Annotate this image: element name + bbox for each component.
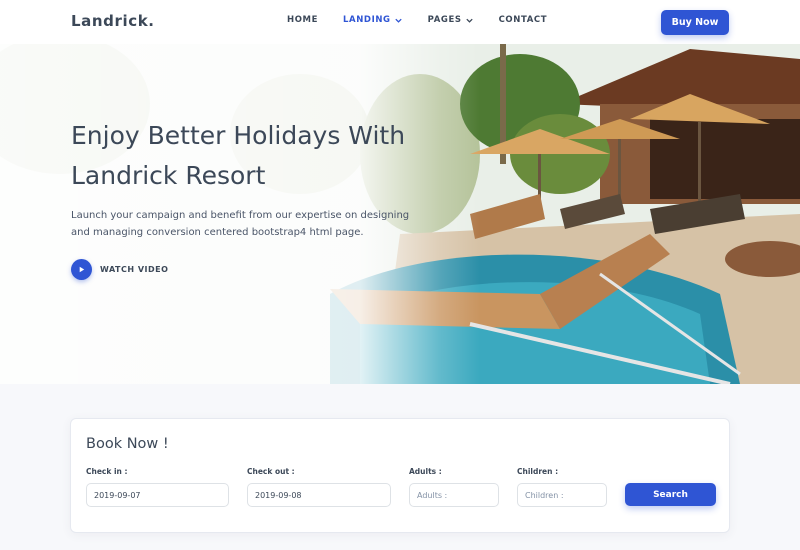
main-nav: HOME LANDING PAGES CONTACT (287, 15, 572, 25)
buy-now-button[interactable]: Buy Now (661, 10, 729, 35)
watch-video-link[interactable]: WATCH VIDEO (71, 259, 168, 280)
chevron-down-icon (465, 18, 473, 23)
play-button[interactable] (71, 259, 92, 280)
navbar: Landrick. HOME LANDING PAGES CONTACT Buy… (0, 0, 800, 44)
children-label: Children : (517, 467, 559, 476)
watch-video-label: WATCH VIDEO (100, 265, 169, 274)
nav-item-pages[interactable]: PAGES (428, 15, 474, 25)
adults-label: Adults : (409, 467, 442, 476)
logo[interactable]: Landrick. (71, 12, 155, 30)
nav-item-home[interactable]: HOME (287, 15, 318, 25)
nav-item-contact[interactable]: CONTACT (499, 15, 548, 25)
hero-title: Enjoy Better Holidays With Landrick Reso… (71, 116, 471, 196)
checkout-input[interactable] (247, 483, 391, 507)
booking-form: Book Now ! Check in : Check out : Adults… (70, 418, 730, 533)
booking-title: Book Now ! (86, 436, 169, 452)
hero-title-line1: Enjoy Better Holidays With (71, 121, 406, 150)
children-input[interactable] (517, 483, 607, 507)
hero-section: Enjoy Better Holidays With Landrick Reso… (0, 44, 800, 384)
nav-item-landing[interactable]: LANDING (343, 15, 403, 25)
play-icon (79, 266, 85, 273)
nav-item-label: PAGES (427, 15, 462, 25)
chevron-down-icon (394, 18, 402, 23)
checkin-input[interactable] (86, 483, 229, 507)
nav-item-label: HOME (287, 15, 319, 25)
hero-description: Launch your campaign and benefit from ou… (71, 210, 410, 238)
search-button[interactable]: Search (625, 483, 716, 506)
hero-title-line2: Landrick Resort (71, 161, 266, 190)
nav-item-label: LANDING (343, 15, 391, 25)
nav-item-label: CONTACT (498, 15, 548, 25)
checkout-label: Check out : (247, 467, 295, 476)
checkin-label: Check in : (86, 467, 128, 476)
adults-input[interactable] (409, 483, 499, 507)
